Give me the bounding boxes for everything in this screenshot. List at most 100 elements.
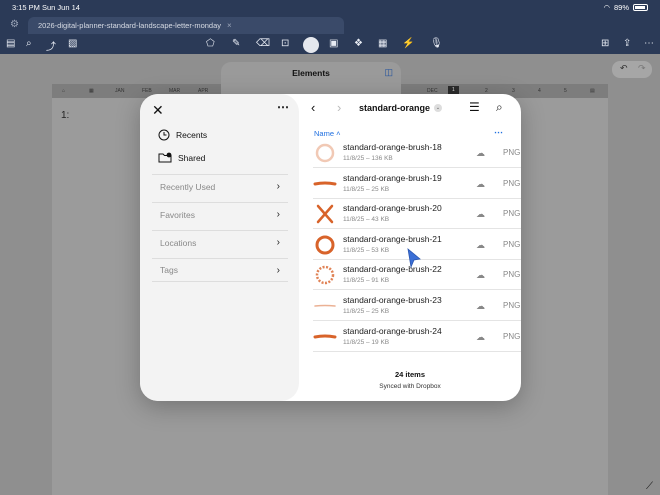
back-button[interactable]: ‹ [311, 100, 315, 115]
search-icon[interactable]: ⌕ [26, 38, 32, 49]
pen-icon[interactable]: ✎ [232, 38, 240, 49]
file-name: standard-orange-brush-20 [343, 203, 442, 214]
split-view-icon[interactable]: ◫ [384, 67, 393, 78]
month-tab-feb[interactable]: FEB [142, 88, 152, 94]
sidebar-item-label: Shared [178, 152, 206, 163]
more-options-icon[interactable]: ⋯ [494, 127, 503, 138]
section-label: Recently Used [160, 181, 216, 192]
folder-title[interactable]: standard-orange [359, 103, 430, 113]
wifi-icon: ◠ [603, 3, 610, 12]
document-tab[interactable]: 2026-digital-planner-standard-landscape-… [28, 17, 344, 34]
brush-thumbnail [314, 304, 336, 307]
eraser-icon[interactable]: ⌫ [256, 38, 270, 49]
clock-icon [158, 129, 170, 141]
file-row[interactable]: standard-orange-brush-19 11/8/25 – 25 KB… [313, 169, 521, 199]
image-icon[interactable]: ▣ [329, 38, 338, 49]
elements-tool-icon[interactable] [303, 37, 319, 53]
chevron-up-icon: ˄ [336, 129, 341, 138]
calendar-icon[interactable]: ▦ [89, 88, 94, 94]
undo-icon[interactable]: ↶ [620, 63, 628, 74]
file-type: PNG [503, 270, 521, 280]
chevron-down-icon[interactable]: ⌄ [434, 104, 442, 112]
sidebar-toggle-icon[interactable]: ▤ [6, 38, 15, 49]
cloud-download-icon[interactable]: ☁ [476, 240, 485, 251]
tab-gear-icon[interactable]: ⚙ [10, 19, 19, 30]
list-view-icon[interactable]: ☰ [469, 100, 480, 114]
sidebar-more-icon[interactable]: ⋯ [277, 100, 289, 114]
shape-icon[interactable]: ⬠ [206, 38, 215, 49]
laser-pointer-icon[interactable]: ⚡ [402, 38, 414, 49]
close-icon[interactable]: ✕ [152, 102, 164, 119]
file-row[interactable]: standard-orange-brush-20 11/8/25 – 43 KB… [313, 199, 521, 230]
sidebar-item-recents[interactable]: Recents [158, 129, 207, 141]
more-icon[interactable]: ⋯ [644, 38, 654, 49]
file-meta: 11/8/25 – 19 KB [343, 338, 390, 346]
file-picker-sidebar: ✕ ⋯ Recents Shared Recently Used › Favor… [140, 94, 299, 401]
file-meta: 11/8/25 – 25 KB [343, 308, 390, 315]
elements-title: Elements [292, 68, 330, 78]
tab-close-icon[interactable]: × [227, 21, 232, 30]
sticker-icon[interactable]: ❖ [354, 38, 363, 49]
file-row[interactable]: standard-orange-brush-24 11/8/25 – 19 KB… [313, 322, 521, 352]
cloud-download-icon[interactable]: ☁ [476, 332, 485, 343]
file-type: PNG [503, 301, 521, 310]
cloud-download-icon[interactable]: ☁ [476, 179, 485, 190]
day-tab-4[interactable]: 4 [538, 88, 541, 94]
brush-thumbnail [313, 181, 337, 186]
section-label: Favorites [160, 209, 195, 220]
file-type: PNG [503, 148, 521, 157]
file-name: standard-orange-brush-23 [343, 295, 442, 305]
file-row[interactable]: standard-orange-brush-23 11/8/25 – 25 KB… [313, 291, 521, 321]
sidebar-item-shared[interactable]: Shared [158, 152, 205, 163]
chevron-right-icon: › [276, 209, 280, 220]
file-row[interactable]: standard-orange-brush-18 11/8/25 – 136 K… [313, 138, 521, 168]
file-meta: 11/8/25 – 43 KB [343, 216, 390, 224]
forward-button[interactable]: › [337, 100, 341, 115]
brush-thumbnail [315, 235, 335, 255]
chevron-right-icon: › [276, 237, 280, 248]
file-name: standard-orange-brush-21 [343, 233, 442, 244]
share-icon[interactable]: ⤴ [46, 38, 56, 53]
sort-label: Name [314, 129, 335, 138]
file-picker-modal: ✕ ⋯ Recents Shared Recently Used › Favor… [140, 94, 521, 401]
status-time: 3:15 PM [12, 3, 40, 12]
day-tab-5[interactable]: 5 [564, 88, 567, 94]
sidebar-section-tags[interactable]: Tags › [152, 258, 288, 282]
microphone-icon[interactable]: 🎙 [430, 38, 443, 49]
search-icon[interactable]: ⌕ [496, 100, 503, 115]
grid-icon[interactable]: ▤ [590, 88, 595, 94]
file-meta: 11/8/25 – 53 KB [343, 246, 390, 254]
note-icon[interactable]: ▦ [378, 38, 387, 49]
sidebar-section-favorites[interactable]: Favorites › [152, 202, 288, 226]
sidebar-section-recently-used[interactable]: Recently Used › [152, 174, 288, 198]
brush-thumbnail [315, 266, 335, 285]
page-label: 1: [61, 110, 70, 121]
bookmark-icon[interactable]: ▧ [68, 38, 77, 49]
section-label: Tags [160, 265, 178, 275]
add-page-icon[interactable]: ⊞ [601, 38, 609, 49]
brush-thumbnail [316, 204, 334, 224]
file-name: standard-orange-brush-19 [343, 172, 442, 183]
sort-control[interactable]: Name ˄ [314, 129, 341, 138]
text-box-icon[interactable]: ⊡ [281, 38, 289, 49]
sidebar-section-locations[interactable]: Locations › [152, 230, 288, 254]
file-type: PNG [503, 178, 521, 188]
status-right: ◠ 89% [603, 3, 648, 12]
sync-status: Synced with Dropbox [379, 383, 441, 390]
cloud-download-icon[interactable]: ☁ [476, 148, 485, 159]
redo-icon[interactable]: ↷ [638, 63, 646, 74]
day-tab-1[interactable]: 1 [448, 86, 459, 94]
export-icon[interactable]: ⇪ [623, 38, 631, 49]
section-label: Locations [160, 237, 197, 248]
file-meta: 11/8/25 – 136 KB [343, 155, 393, 162]
pencil-icon[interactable]: ⟋ [646, 481, 653, 492]
cloud-download-icon[interactable]: ☁ [476, 301, 485, 312]
file-type: PNG [503, 331, 521, 341]
home-icon[interactable]: ⌂ [62, 88, 65, 94]
shared-folder-icon [158, 152, 172, 163]
cloud-download-icon[interactable]: ☁ [476, 209, 485, 220]
item-count: 24 items [394, 370, 426, 379]
month-tab-jan[interactable]: JAN [115, 88, 124, 94]
cloud-download-icon[interactable]: ☁ [476, 270, 485, 281]
tab-strip: ⚙ 2026-digital-planner-standard-landscap… [0, 15, 660, 36]
